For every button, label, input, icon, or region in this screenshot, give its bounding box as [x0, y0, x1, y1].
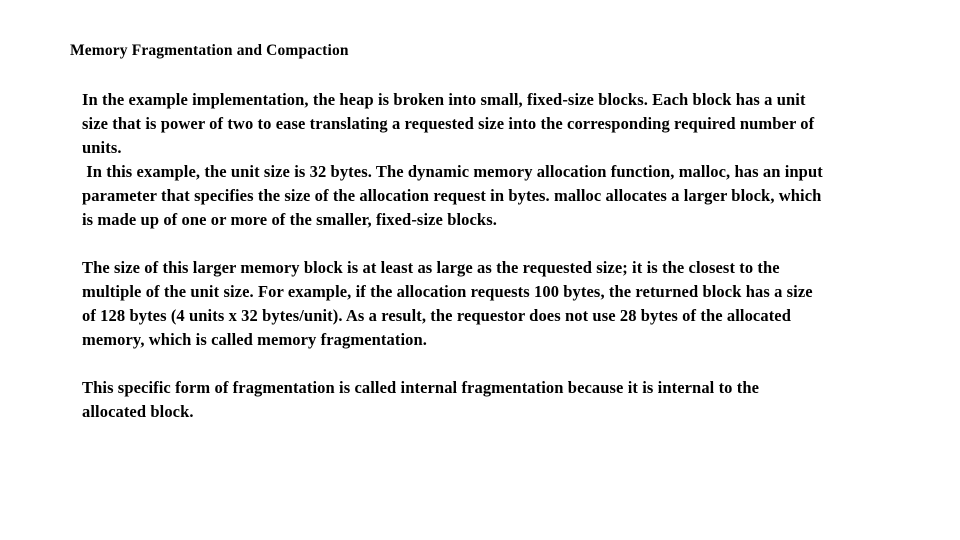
text-line: parameter that specifies the size of the…: [82, 186, 822, 205]
text-line: multiple of the unit size. For example, …: [82, 282, 813, 301]
page-title: Memory Fragmentation and Compaction: [70, 42, 349, 59]
paragraph-3: This specific form of fragmentation is c…: [82, 376, 960, 424]
text-line: allocated block.: [82, 402, 194, 421]
text-line: The size of this larger memory block is …: [82, 258, 780, 277]
slide-body: In the example implementation, the heap …: [82, 88, 960, 424]
paragraph-1: In the example implementation, the heap …: [82, 88, 960, 232]
text-line: size that is power of two to ease transl…: [82, 114, 815, 133]
slide-canvas: Memory Fragmentation and Compaction In t…: [0, 0, 960, 540]
text-line: In the example implementation, the heap …: [82, 90, 806, 109]
text-line: is made up of one or more of the smaller…: [82, 210, 497, 229]
text-line: memory, which is called memory fragmenta…: [82, 330, 427, 349]
text-line: In this example, the unit size is 32 byt…: [82, 162, 823, 181]
text-line: units.: [82, 138, 122, 157]
text-line: of 128 bytes (4 units x 32 bytes/unit). …: [82, 306, 792, 325]
text-line: This specific form of fragmentation is c…: [82, 378, 760, 397]
paragraph-2: The size of this larger memory block is …: [82, 256, 960, 352]
